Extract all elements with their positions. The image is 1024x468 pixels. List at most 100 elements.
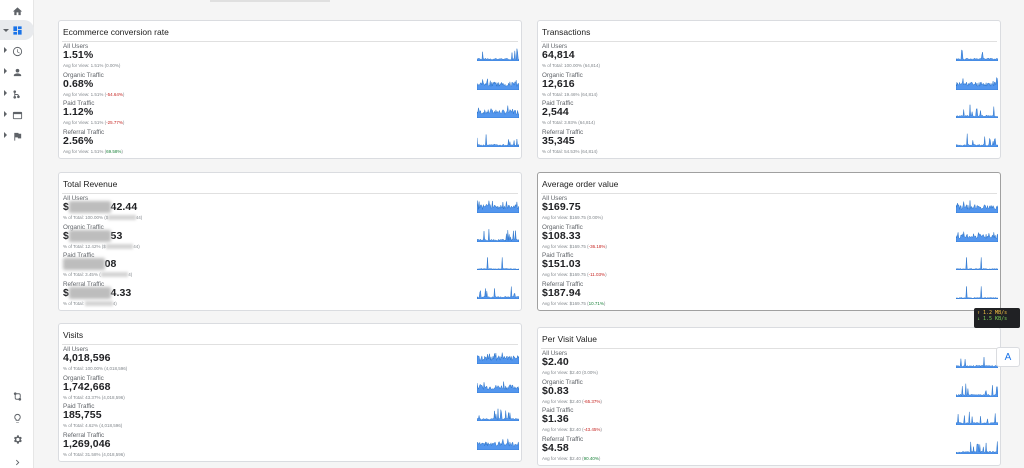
customization-dashboard-button[interactable]	[0, 20, 34, 40]
sparkline-area	[477, 257, 519, 270]
sparkline-chart[interactable]	[477, 436, 519, 450]
conversions-button[interactable]	[0, 126, 34, 146]
sparkline-area	[477, 381, 519, 393]
home-button[interactable]	[0, 1, 34, 21]
sparkline-chart[interactable]	[477, 407, 519, 421]
sparkline-chart[interactable]	[956, 256, 998, 270]
metric-value: 2,544	[542, 106, 569, 118]
subtext-suffix: 44)	[133, 243, 140, 249]
caret-right-icon	[4, 90, 7, 96]
card-title: Visits	[63, 330, 84, 340]
sparkline-chart[interactable]	[956, 104, 998, 118]
sparkline-chart[interactable]	[477, 379, 519, 393]
sparkline-chart[interactable]	[956, 47, 998, 61]
lightbulb-icon	[13, 413, 21, 423]
realtime-button[interactable]	[0, 41, 34, 61]
metric-row-paid-traffic: Paid Traffic $151.03 Avg for View: $169.75…	[542, 252, 998, 280]
metric-subtext: % of Total: 31.58% (4,018,596)	[63, 452, 125, 457]
metric-subtext: Avg for View: $169.75 (10.71%)	[542, 301, 605, 306]
acquisition-icon	[12, 89, 20, 99]
sparkline-area	[956, 231, 998, 242]
sparkline-chart[interactable]	[477, 285, 519, 299]
redacted-value: 0000000	[63, 258, 105, 270]
metric-value: 185,755	[63, 409, 102, 421]
subtext-prefix: Avg for View: $169.75 (	[542, 243, 589, 249]
metric-value: $169.75	[542, 201, 581, 213]
home-icon	[12, 6, 22, 15]
caret-right-icon	[4, 68, 7, 74]
sparkline-chart[interactable]	[956, 76, 998, 90]
delta-percent: -43.45%	[583, 427, 601, 432]
metric-value: $000000053	[63, 229, 122, 242]
card-divider	[62, 344, 518, 345]
subtext-prefix: % of Total: 100.00% (64,814)	[542, 63, 600, 68]
sparkline-chart[interactable]	[956, 199, 998, 213]
sparkline-chart[interactable]	[956, 228, 998, 242]
sparkline-area	[956, 383, 998, 397]
subtext-prefix: % of Total: 3.93% (64,814)	[542, 120, 595, 125]
sparkline-chart[interactable]	[956, 411, 998, 425]
audience-button[interactable]	[0, 62, 34, 82]
sparkline-chart[interactable]	[956, 133, 998, 147]
subtext-suffix: )	[598, 455, 601, 461]
delta-percent: 69.58%	[106, 148, 122, 154]
subtext-prefix: Avg for View: 1.51% (	[63, 148, 107, 154]
redacted-value: 0000000	[68, 229, 111, 242]
sparkline-chart[interactable]	[477, 76, 519, 90]
metric-row-paid-traffic: Paid Traffic $1.36 Avg for View: $2.40 (-4…	[542, 407, 998, 435]
sparkline-chart[interactable]	[477, 199, 519, 213]
sparkline-chart[interactable]	[956, 354, 998, 368]
subtext-prefix: Avg for View: 1.51% (	[63, 120, 107, 125]
metric-value-suffix: 4.33	[110, 286, 132, 299]
delta-percent: 0.00%	[583, 370, 597, 375]
caret-right-icon	[4, 132, 7, 138]
sparkline-chart[interactable]	[956, 285, 998, 299]
sparkline-chart[interactable]	[477, 133, 519, 147]
subtext-suffix: )	[118, 63, 121, 68]
sparkline-area	[477, 286, 519, 299]
sparkline-chart[interactable]	[477, 350, 519, 364]
delta-percent: -25.77%	[106, 120, 123, 125]
sparkline-chart[interactable]	[477, 104, 519, 118]
metric-subtext: % of Total: 3.45% (000000000004)	[63, 272, 132, 277]
sparkline-chart[interactable]	[956, 383, 998, 397]
metric-value: 35,345	[542, 134, 575, 147]
sparkline-area	[956, 200, 998, 213]
sparkline-area	[477, 200, 519, 213]
delta-percent: 90.40%	[583, 455, 599, 461]
sparkline-area	[956, 357, 998, 368]
admin-button[interactable]	[0, 429, 34, 449]
download-speed: ↓ 1.5 KB/s	[977, 316, 1008, 322]
metric-subtext: % of Total: 000000000004)	[63, 300, 117, 306]
accessibility-button[interactable]: A	[996, 347, 1020, 367]
sparkline-chart[interactable]	[477, 256, 519, 270]
metric-row-all-users: All Users 4,018,596% of Total: 100.00% (4…	[63, 346, 519, 374]
sparkline-chart[interactable]	[477, 47, 519, 61]
behavior-button[interactable]	[0, 105, 34, 125]
metric-subtext: Avg for View: $2.40 (90.40%)	[542, 456, 600, 461]
metric-value: 1.51%	[63, 49, 94, 61]
delta-percent: -65.37%	[583, 398, 601, 404]
subtext-suffix: )	[605, 243, 607, 249]
metric-row-paid-traffic: Paid Traffic 2,544% of Total: 3.93% (64,8…	[542, 100, 998, 128]
delta-percent: 0.00%	[588, 215, 602, 220]
sparkline-chart[interactable]	[956, 440, 998, 454]
metric-value: 12,616	[542, 77, 575, 90]
dashboard-icon	[12, 25, 22, 35]
metric-value: $000000042.44	[63, 201, 137, 213]
redacted-total: 00000000000	[105, 243, 134, 249]
metric-value-suffix: 42.44	[110, 201, 138, 213]
sparkline-area	[956, 411, 998, 425]
attribution-button[interactable]	[0, 386, 34, 406]
expand-sidebar-button[interactable]	[0, 452, 34, 468]
subtext-prefix: Avg for View: $169.75 (	[542, 215, 589, 220]
caret-down-icon	[3, 29, 9, 32]
discover-button[interactable]	[0, 408, 34, 428]
metric-row-organic-traffic: Organic Traffic 1,742,668% of Total: 43.3…	[63, 375, 519, 403]
metric-row-organic-traffic: Organic Traffic 12,616% of Total: 19.46% …	[542, 72, 998, 100]
sparkline-area	[956, 76, 998, 90]
metric-subtext: Avg for View: $2.40 (-65.37%)	[542, 399, 602, 404]
acquisition-button[interactable]	[0, 84, 34, 104]
sparkline-chart[interactable]	[477, 228, 519, 242]
metric-value: $187.94	[542, 286, 581, 299]
